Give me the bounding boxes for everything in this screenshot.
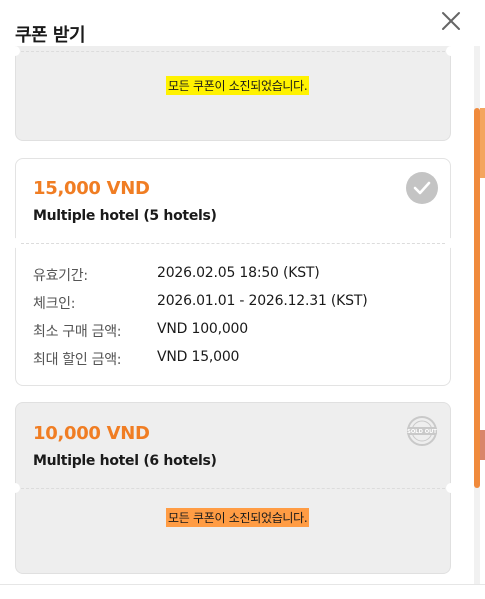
detail-label: 유효기간: (33, 268, 88, 284)
modal-footer-divider (0, 584, 485, 585)
detail-label: 최소 구매 금액: (33, 324, 122, 340)
detail-value: VND 15,000 (157, 349, 240, 365)
soldout-stamp-icon: SOLD OUT (407, 416, 437, 446)
download-coupon-button[interactable] (406, 172, 438, 204)
coupon-exhausted-message: 모든 쿠폰이 소진되었습니다. (166, 508, 310, 527)
soldout-badge: SOLD OUT (406, 415, 438, 447)
card-divider (16, 243, 450, 244)
card-divider (16, 488, 450, 489)
modal-title: 쿠폰 받기 (15, 25, 86, 46)
check-icon (413, 181, 431, 195)
coupon-exhausted-message: 모든 쿠폰이 소진되었습니다. (166, 76, 310, 95)
card-notch (446, 238, 456, 248)
close-icon (442, 12, 460, 30)
coupon-price: 10,000 VND (33, 423, 150, 444)
edge-accent (480, 430, 485, 460)
coupon-price: 15,000 VND (33, 178, 150, 199)
edge-accent (480, 108, 485, 178)
detail-value: 2026.02.05 18:50 (KST) (157, 265, 320, 281)
card-notch (10, 238, 20, 248)
card-divider (16, 51, 450, 52)
coupon-card: 15,000 VND Multiple hotel (5 hotels) 유효기… (10, 158, 456, 386)
modal-header: 쿠폰 받기 (0, 0, 485, 46)
close-button[interactable] (438, 8, 464, 34)
detail-label: 체크인: (33, 296, 76, 312)
card-notch (446, 46, 456, 56)
coupon-card: 10,000 VND Multiple hotel (6 hotels) SOL… (10, 402, 456, 574)
coupon-hotel-scope: Multiple hotel (6 hotels) (33, 453, 217, 469)
detail-value: VND 100,000 (157, 321, 248, 337)
coupon-card: 모든 쿠폰이 소진되었습니다. (10, 46, 456, 141)
soldout-badge-text: SOLD OUT (407, 429, 437, 435)
detail-value: 2026.01.01 - 2026.12.31 (KST) (157, 293, 368, 309)
detail-label: 최대 할인 금액: (33, 352, 122, 368)
card-notch (446, 483, 456, 493)
card-notch (10, 46, 20, 56)
coupon-list[interactable]: 모든 쿠폰이 소진되었습니다. 15,000 VND Multiple hote… (0, 46, 485, 584)
card-notch (10, 483, 20, 493)
coupon-hotel-scope: Multiple hotel (5 hotels) (33, 208, 217, 224)
